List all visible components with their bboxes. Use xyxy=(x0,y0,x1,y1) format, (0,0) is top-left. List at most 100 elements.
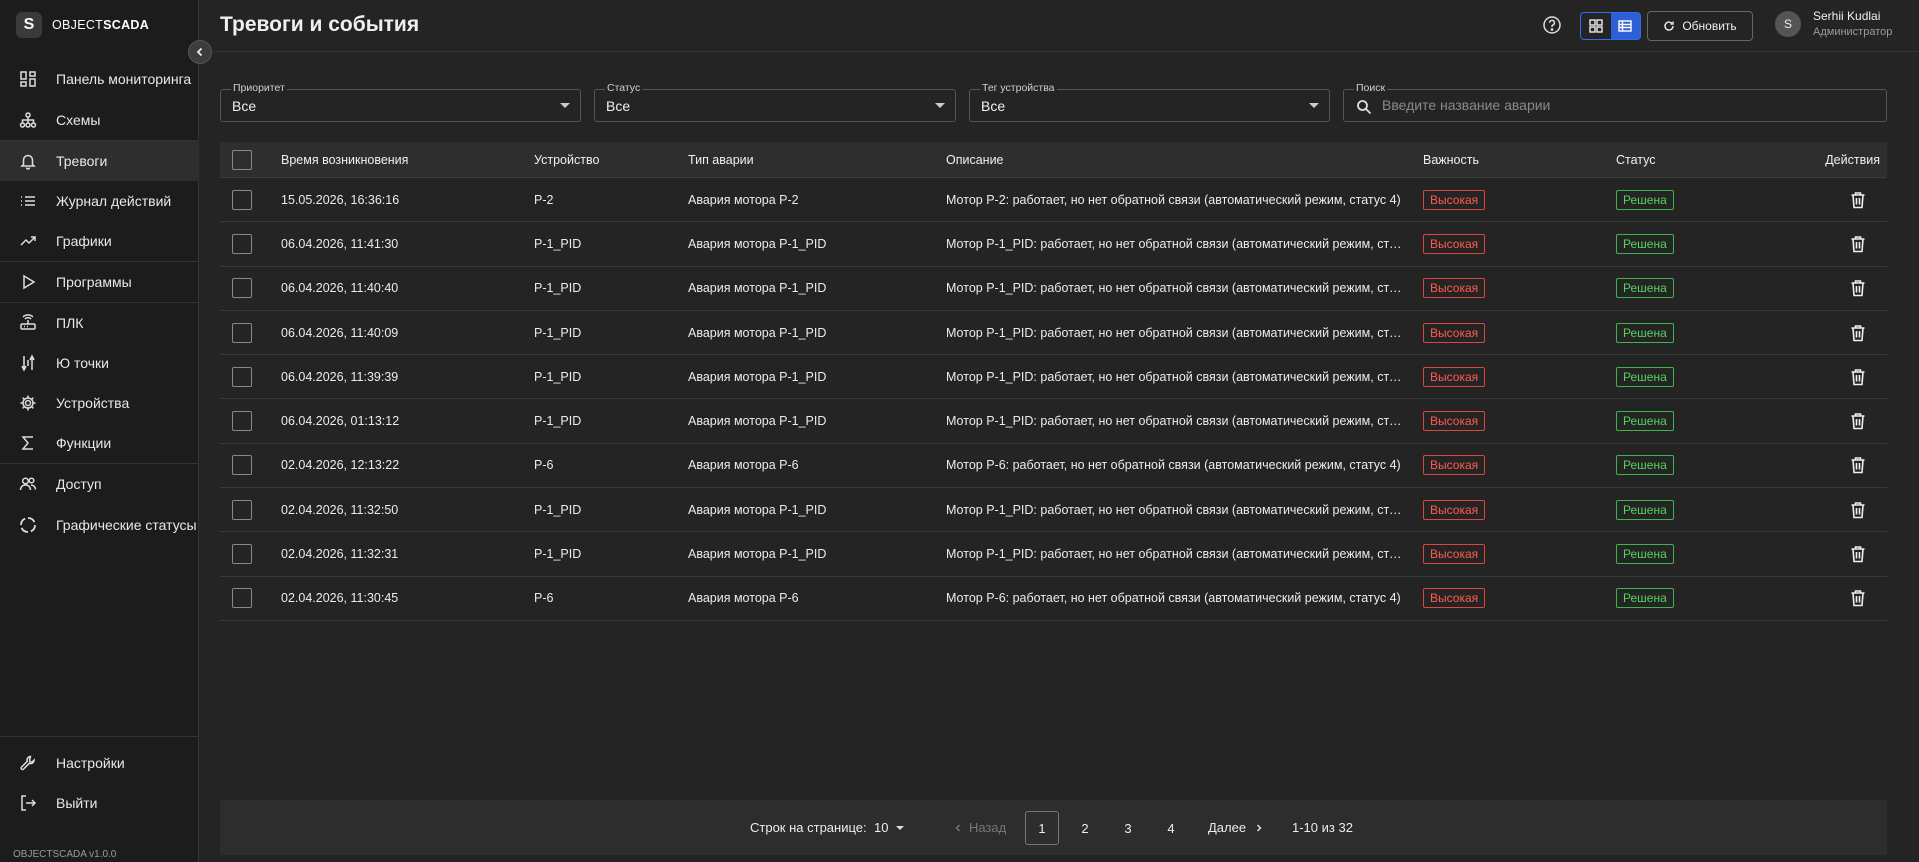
table-view-button[interactable] xyxy=(1610,13,1640,39)
row-checkbox[interactable] xyxy=(232,499,252,520)
trash-icon xyxy=(1851,191,1865,208)
column-header-description[interactable]: Описание xyxy=(946,142,1404,177)
row-checkbox[interactable] xyxy=(232,411,252,432)
alarm-type: Авария мотора P-1_PID xyxy=(688,369,827,384)
view-mode-toggle xyxy=(1580,12,1641,40)
column-header-status[interactable]: Статус xyxy=(1616,142,1776,177)
trash-icon xyxy=(1851,236,1865,253)
sidebar-item-functions[interactable]: Функции xyxy=(0,423,199,463)
sidebar-item-alarms[interactable]: Тревоги xyxy=(0,141,199,181)
caret-down-icon xyxy=(896,825,905,830)
rows-per-page-value: 10 xyxy=(874,820,889,835)
collapse-sidebar-button[interactable] xyxy=(188,40,212,64)
delete-button[interactable] xyxy=(1848,544,1868,564)
bell-icon xyxy=(18,151,38,171)
alarm-time: 02.04.2026, 11:32:31 xyxy=(281,547,399,562)
status-select[interactable]: Статус Все xyxy=(594,82,956,122)
select-all-checkbox[interactable] xyxy=(232,149,252,170)
brand-logo[interactable]: S OBJECTSCADA xyxy=(16,12,149,38)
prev-page-button[interactable]: Назад xyxy=(953,800,1006,855)
priority-select[interactable]: Приоритет Все xyxy=(220,82,581,122)
sidebar-item-charts[interactable]: Графики xyxy=(0,221,199,261)
sidebar-item-plc[interactable]: ПЛК xyxy=(0,303,199,343)
row-checkbox[interactable] xyxy=(232,455,252,476)
sidebar-item-access[interactable]: Доступ xyxy=(0,464,199,504)
sidebar-item-programs[interactable]: Программы xyxy=(0,262,199,302)
delete-button[interactable] xyxy=(1848,500,1868,520)
column-header-device[interactable]: Устройство xyxy=(534,142,684,177)
sidebar-nav: Панель мониторинга Схемы Тревоги Журнал … xyxy=(0,58,199,546)
alarm-description: Мотор P-1_PID: работает, но нет обратной… xyxy=(946,547,1404,562)
delete-button[interactable] xyxy=(1848,323,1868,343)
sidebar-item-io-points[interactable]: Ю точки xyxy=(0,343,199,383)
page-1-button[interactable]: 1 xyxy=(1025,811,1059,845)
search-input[interactable] xyxy=(1382,97,1882,113)
sidebar-item-label: Тревоги xyxy=(56,152,108,169)
delete-button[interactable] xyxy=(1848,588,1868,608)
sidebar-item-devices[interactable]: Устройства xyxy=(0,383,199,423)
sidebar-item-dashboard[interactable]: Панель мониторинга xyxy=(0,58,199,100)
importance-badge: Высокая xyxy=(1423,455,1486,476)
search-field: Поиск xyxy=(1343,82,1887,122)
alarm-device: P-1_PID xyxy=(534,325,582,340)
column-header-importance[interactable]: Важность xyxy=(1423,142,1603,177)
delete-button[interactable] xyxy=(1848,234,1868,254)
sidebar-item-logout[interactable]: Выйти xyxy=(0,783,199,823)
row-checkbox[interactable] xyxy=(232,189,252,210)
sidebar-item-action-log[interactable]: Журнал действий xyxy=(0,181,199,221)
alarm-type: Авария мотора P-1_PID xyxy=(688,414,827,429)
brand-name: OBJECTSCADA xyxy=(52,18,150,32)
delete-button[interactable] xyxy=(1848,455,1868,475)
alarm-description: Мотор P-1_PID: работает, но нет обратной… xyxy=(946,502,1404,517)
priority-label: Приоритет xyxy=(231,82,287,94)
user-menu[interactable]: S Serhii Kudlai Администратор xyxy=(1775,9,1892,38)
row-checkbox[interactable] xyxy=(232,233,252,254)
row-checkbox[interactable] xyxy=(232,278,252,299)
device-tag-label: Тег устройства xyxy=(980,82,1057,94)
row-checkbox[interactable] xyxy=(232,366,252,387)
trash-icon xyxy=(1851,413,1865,430)
row-checkbox[interactable] xyxy=(232,544,252,565)
delete-button[interactable] xyxy=(1848,411,1868,431)
rows-per-page-select[interactable]: 10 xyxy=(874,800,905,855)
sidebar-item-schemas[interactable]: Схемы xyxy=(0,100,199,140)
delete-button[interactable] xyxy=(1848,190,1868,210)
importance-badge: Высокая xyxy=(1423,544,1486,565)
router-icon xyxy=(18,313,38,333)
sidebar-item-label: Панель мониторинга xyxy=(56,70,192,87)
row-checkbox[interactable] xyxy=(232,588,252,609)
page-3-button[interactable]: 3 xyxy=(1111,811,1145,845)
alarm-device: P-6 xyxy=(534,591,554,606)
users-icon xyxy=(18,474,38,494)
column-header-time[interactable]: Время возникновения xyxy=(281,142,521,177)
page-2-button[interactable]: 2 xyxy=(1068,811,1102,845)
sidebar-item-label: Программы xyxy=(56,273,132,290)
alarm-description: Мотор P-1_PID: работает, но нет обратной… xyxy=(946,236,1404,251)
table-row: 02.04.2026, 11:30:45 P-6 Авария мотора P… xyxy=(220,577,1887,621)
device-tag-select[interactable]: Тег устройства Все xyxy=(969,82,1330,122)
alarm-time: 02.04.2026, 11:30:45 xyxy=(281,591,399,606)
refresh-button[interactable]: Обновить xyxy=(1647,11,1753,41)
alarm-device: P-2 xyxy=(534,192,554,207)
table-row: 06.04.2026, 01:13:12 P-1_PID Авария мото… xyxy=(220,399,1887,444)
alarm-time: 06.04.2026, 11:40:40 xyxy=(281,281,399,296)
row-checkbox[interactable] xyxy=(232,322,252,343)
column-header-type[interactable]: Тип аварии xyxy=(688,142,938,177)
delete-button[interactable] xyxy=(1848,278,1868,298)
sidebar-item-settings[interactable]: Настройки xyxy=(0,743,199,783)
importance-badge: Высокая xyxy=(1423,189,1486,210)
next-page-button[interactable]: Далее xyxy=(1208,800,1264,855)
alarm-type: Авария мотора P-2 xyxy=(688,192,799,207)
alarm-device: P-1_PID xyxy=(534,502,582,517)
help-button[interactable] xyxy=(1542,15,1562,35)
refresh-icon xyxy=(1664,21,1675,31)
delete-button[interactable] xyxy=(1848,367,1868,387)
sidebar-item-graphic-statuses[interactable]: Графические статусы xyxy=(0,504,199,546)
table-body: 15.05.2026, 16:36:16 P-2 Авария мотора P… xyxy=(220,178,1887,621)
grid-view-button[interactable] xyxy=(1581,13,1611,39)
status-badge: Решена xyxy=(1616,366,1674,387)
sidebar-item-label: Выйти xyxy=(56,794,98,811)
alarm-description: Мотор P-1_PID: работает, но нет обратной… xyxy=(946,414,1404,429)
page-4-button[interactable]: 4 xyxy=(1154,811,1188,845)
wrench-icon xyxy=(18,753,38,773)
